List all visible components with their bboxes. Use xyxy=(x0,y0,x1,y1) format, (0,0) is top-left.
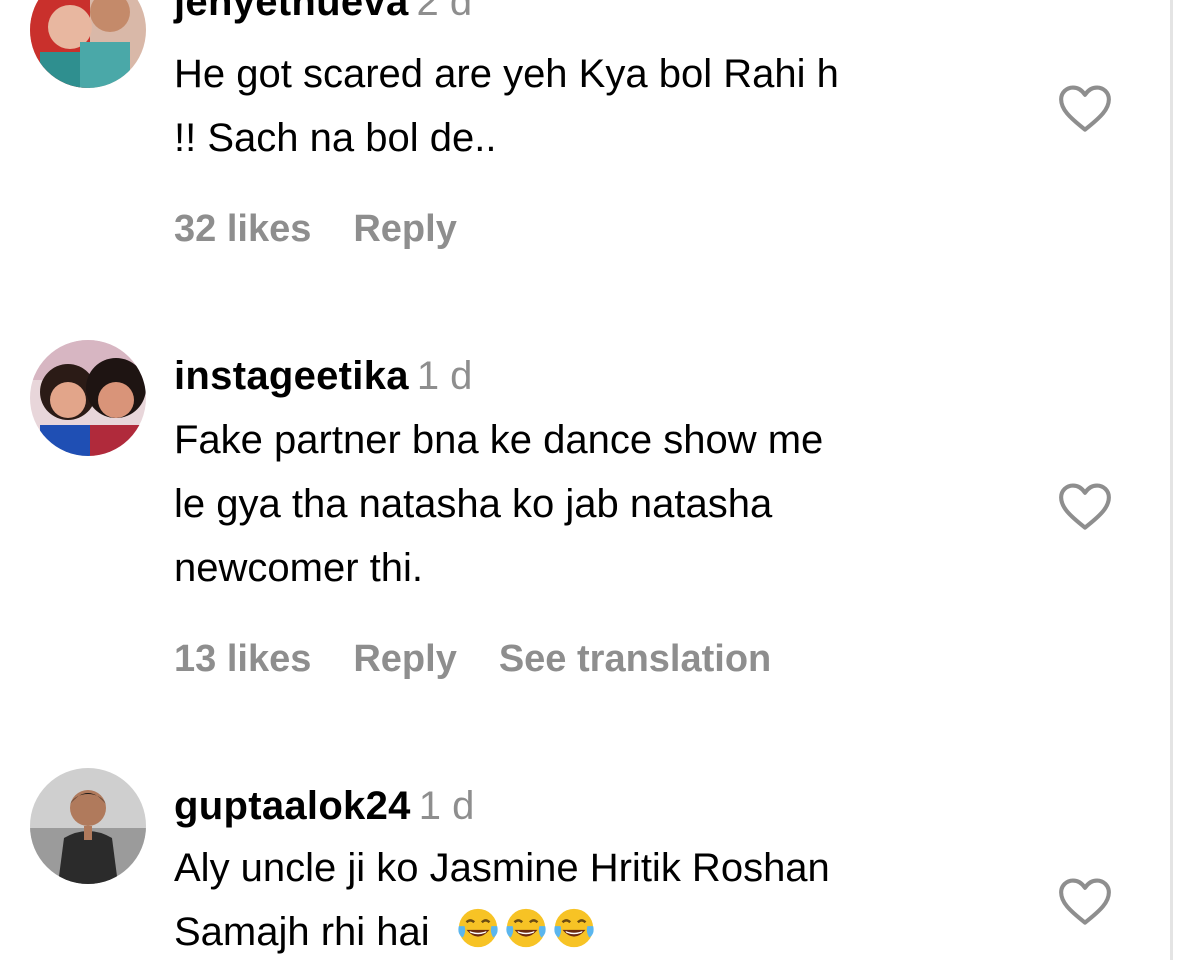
username[interactable]: jenyetnueva xyxy=(174,0,409,24)
comment-text: Fake partner bna ke dance show me le gya… xyxy=(174,408,1034,600)
comment-text-line: Samajh rhi hai xyxy=(174,900,1034,960)
emoji-group xyxy=(444,908,599,954)
comment-item: guptaalok24 1 d Aly uncle ji ko Jasmine H… xyxy=(0,768,1170,960)
comment-actions: 32 likes Reply xyxy=(174,210,499,248)
comment-text-fragment: Samajh rhi hai xyxy=(174,910,430,954)
comment-text-line: He got scared are yeh Kya bol Rahi h xyxy=(174,52,839,96)
heart-outline-icon[interactable] xyxy=(1057,876,1113,926)
avatar-photo xyxy=(30,340,146,456)
likes-count[interactable]: 13 likes xyxy=(174,638,311,680)
comments-panel: jenyetnueva 2 d He got scared are yeh Kya… xyxy=(0,0,1200,960)
comment-header: jenyetnueva 2 d xyxy=(174,0,472,22)
comment-text-line: Fake partner bna ke dance show me xyxy=(174,418,824,462)
comment-actions: 13 likes Reply See translation xyxy=(174,640,813,678)
comment-text-line: !! Sach na bol de.. xyxy=(174,116,497,160)
avatar[interactable] xyxy=(30,340,146,456)
likes-count[interactable]: 32 likes xyxy=(174,208,311,250)
comment-text: He got scared are yeh Kya bol Rahi h !! … xyxy=(174,42,1034,170)
comment-header: guptaalok24 1 d xyxy=(174,786,474,826)
heart-outline-icon[interactable] xyxy=(1057,83,1113,133)
avatar-photo xyxy=(30,0,146,88)
heart-outline-icon[interactable] xyxy=(1057,481,1113,531)
face-with-tears-of-joy-emoji xyxy=(506,908,546,948)
username[interactable]: guptaalok24 xyxy=(174,784,411,828)
reply-button[interactable]: Reply xyxy=(353,208,456,250)
comment-text: Aly uncle ji ko Jasmine Hritik Roshan Sa… xyxy=(174,836,1034,960)
comment-item: instageetika 1 d Fake partner bna ke danc… xyxy=(0,340,1170,720)
reply-button[interactable]: Reply xyxy=(353,638,456,680)
comment-item: jenyetnueva 2 d He got scared are yeh Kya… xyxy=(0,0,1170,300)
comment-text-line: newcomer thi. xyxy=(174,546,423,590)
username[interactable]: instageetika xyxy=(174,354,409,398)
avatar[interactable] xyxy=(30,0,146,88)
comment-header: instageetika 1 d xyxy=(174,356,472,396)
avatar[interactable] xyxy=(30,768,146,884)
comment-text-line: le gya tha natasha ko jab natasha xyxy=(174,482,773,526)
comment-text-line: Aly uncle ji ko Jasmine Hritik Roshan xyxy=(174,846,830,890)
timestamp: 1 d xyxy=(416,354,473,398)
timestamp: 1 d xyxy=(418,784,475,828)
face-with-tears-of-joy-emoji xyxy=(458,908,498,948)
timestamp: 2 d xyxy=(416,0,473,24)
avatar-photo xyxy=(30,768,146,884)
see-translation-button[interactable]: See translation xyxy=(499,638,771,680)
face-with-tears-of-joy-emoji xyxy=(554,908,594,948)
scrollbar-track[interactable] xyxy=(1170,0,1173,960)
